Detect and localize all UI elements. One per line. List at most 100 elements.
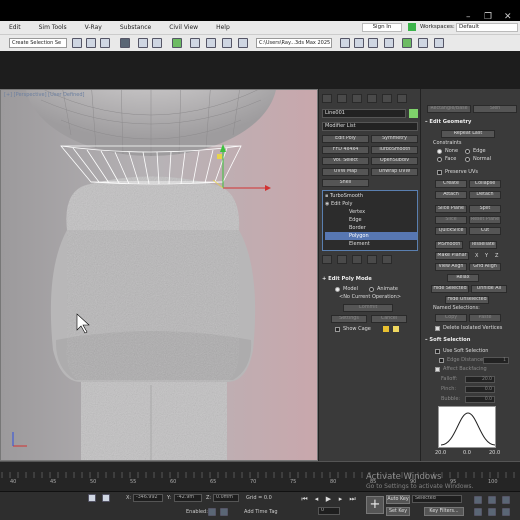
edge-distance-checkbox[interactable] <box>439 358 444 363</box>
object-name-field[interactable]: Line001 <box>322 109 406 118</box>
folder-icon[interactable] <box>340 38 350 48</box>
modifier-btn-turbosmooth[interactable]: TurboSmooth <box>371 146 418 154</box>
tessellate-button[interactable]: Tessellate <box>469 241 497 249</box>
detach-button[interactable]: Detach <box>469 191 501 199</box>
slen-button[interactable]: Slen <box>473 105 517 113</box>
zoom-extents-icon[interactable] <box>502 496 510 504</box>
curve-editor-icon[interactable] <box>172 38 182 48</box>
close-icon[interactable]: ✕ <box>504 12 512 22</box>
select-move-icon[interactable] <box>72 38 82 48</box>
unhide-all-button[interactable]: Unhide All <box>471 285 507 293</box>
mirror-icon[interactable] <box>120 38 130 48</box>
align-icon[interactable] <box>138 38 148 48</box>
menu-vray[interactable]: V-Ray <box>76 24 111 31</box>
split-button[interactable]: Split <box>469 205 501 213</box>
constraint-normal-radio[interactable] <box>465 157 470 162</box>
snapshot-icon[interactable] <box>384 38 394 48</box>
layer-explorer-icon[interactable] <box>152 38 162 48</box>
modifier-btn-uvw-map[interactable]: UVW Map <box>322 168 369 176</box>
pinch-spinner[interactable]: 0.0 <box>465 386 495 393</box>
select-scale-icon[interactable] <box>100 38 110 48</box>
model-radio[interactable] <box>335 287 340 292</box>
viewport-label[interactable]: [+] [Perspective] [User Defined] <box>4 92 85 98</box>
quickslice-button[interactable]: QuickSlice <box>435 227 467 235</box>
material-editor-icon[interactable] <box>190 38 200 48</box>
named-selection-field[interactable]: Create Selection Se <box>9 38 67 48</box>
create-button[interactable]: Create <box>435 180 467 188</box>
preserve-uvs-checkbox[interactable] <box>437 170 442 175</box>
constraint-face-radio[interactable] <box>437 157 442 162</box>
modifier-btn-ffd[interactable]: FFD 4x4x4 <box>322 146 369 154</box>
stack-item-element[interactable]: Element <box>325 240 417 248</box>
key-filters-button[interactable]: Key Filters... <box>424 507 464 516</box>
collapse-button[interactable]: Collapse <box>469 180 501 188</box>
modifier-btn-symmetry[interactable]: Symmetry <box>371 135 418 143</box>
relax-button[interactable]: Relax <box>447 274 479 282</box>
settings-button[interactable]: Settings <box>331 315 367 323</box>
menu-substance[interactable]: Substance <box>111 24 160 31</box>
constraint-edge-radio[interactable] <box>465 149 470 154</box>
use-soft-selection-checkbox[interactable] <box>435 349 440 354</box>
make-planar-button[interactable]: Make Planar <box>435 252 469 260</box>
constraint-none-radio[interactable] <box>437 149 442 154</box>
rectangle-base-button[interactable]: Rectangle/Base <box>427 105 471 113</box>
modifier-btn-opensubdiv[interactable]: OpenSubdiv <box>371 157 418 165</box>
show-end-result-icon[interactable] <box>337 255 347 264</box>
copy-button[interactable]: Copy <box>435 314 467 322</box>
make-planar-x[interactable]: X <box>475 253 478 259</box>
field-of-view-icon[interactable] <box>474 508 482 516</box>
y-coordinate-field[interactable]: -42.9m <box>174 494 202 502</box>
view-align-button[interactable]: View Align <box>435 263 467 271</box>
stack-item-edit-poly[interactable]: ◉ Edit Poly <box>325 200 417 208</box>
remove-modifier-icon[interactable] <box>367 255 377 264</box>
auto-key-button[interactable]: Auto Key <box>386 495 410 504</box>
render-icon[interactable] <box>238 38 248 48</box>
cut-button[interactable]: Cut <box>469 227 501 235</box>
cage-selected-color-swatch[interactable] <box>393 326 399 332</box>
hide-unselected-button[interactable]: Hide Unselected <box>445 296 489 304</box>
falloff-spinner[interactable]: 20.0 <box>465 376 495 383</box>
cancel-button[interactable]: Cancel <box>371 315 407 323</box>
orbit-icon[interactable] <box>502 508 510 516</box>
show-cage-checkbox[interactable] <box>335 327 340 332</box>
modifier-stack[interactable]: ▪ TurboSmooth ◉ Edit Poly Vertex Edge Bo… <box>322 190 418 251</box>
motion-tab-icon[interactable] <box>367 94 377 103</box>
modifier-btn-unwrap-uvw[interactable]: Unwrap UVW <box>371 168 418 176</box>
pin-stack-icon[interactable] <box>322 255 332 264</box>
modifier-btn-shell[interactable]: Shell <box>322 179 369 187</box>
zoom-all-icon[interactable] <box>488 496 496 504</box>
scene-converter-icon[interactable] <box>402 38 412 48</box>
reset-plane-button[interactable]: Reset Plane <box>469 216 501 224</box>
zoom-icon[interactable] <box>474 496 482 504</box>
utilities-tab-icon[interactable] <box>397 94 407 103</box>
object-color-swatch[interactable] <box>409 109 418 118</box>
stack-item-turbosmooth[interactable]: ▪ TurboSmooth <box>325 192 417 200</box>
set-key-button[interactable]: Set Key <box>386 507 410 516</box>
delete-isolated-checkbox[interactable] <box>435 326 440 331</box>
lock-selection-icon[interactable] <box>88 494 96 502</box>
commit-button[interactable]: Commit <box>343 304 393 312</box>
project-path-field[interactable]: C:\Users\Ray...3ds Max 2025 <box>256 38 332 48</box>
modifier-list-dropdown[interactable]: Modifier List <box>322 122 418 131</box>
settings-icon[interactable] <box>434 38 444 48</box>
grid-align-button[interactable]: Grid Align <box>469 263 501 271</box>
stack-item-border[interactable]: Border <box>325 224 417 232</box>
hide-selected-button[interactable]: Hide Selected <box>431 285 469 293</box>
edge-distance-spinner[interactable]: 1 <box>483 357 509 364</box>
time-tag-icon[interactable] <box>208 508 216 516</box>
cage-color-swatch[interactable] <box>383 326 389 332</box>
affect-backfacing-checkbox[interactable] <box>435 367 440 372</box>
x-coordinate-field[interactable]: -346.992 <box>133 494 163 502</box>
make-planar-y[interactable]: Y <box>485 253 488 259</box>
modify-tab-icon[interactable] <box>337 94 347 103</box>
modifier-btn-edit-poly[interactable]: Edit Poly <box>322 135 369 143</box>
make-planar-z[interactable]: Z <box>495 253 498 259</box>
restore-icon[interactable]: ❐ <box>484 12 492 22</box>
go-to-end-icon[interactable]: ⏭ <box>348 495 357 504</box>
play-icon[interactable]: ▶ <box>324 495 333 504</box>
menu-sim-tools[interactable]: Sim Tools <box>30 24 76 31</box>
render-setup-icon[interactable] <box>206 38 216 48</box>
add-time-tag-label[interactable]: Add Time Tag <box>244 509 278 515</box>
display-tab-icon[interactable] <box>382 94 392 103</box>
add-time-tag-icon[interactable] <box>220 508 228 516</box>
